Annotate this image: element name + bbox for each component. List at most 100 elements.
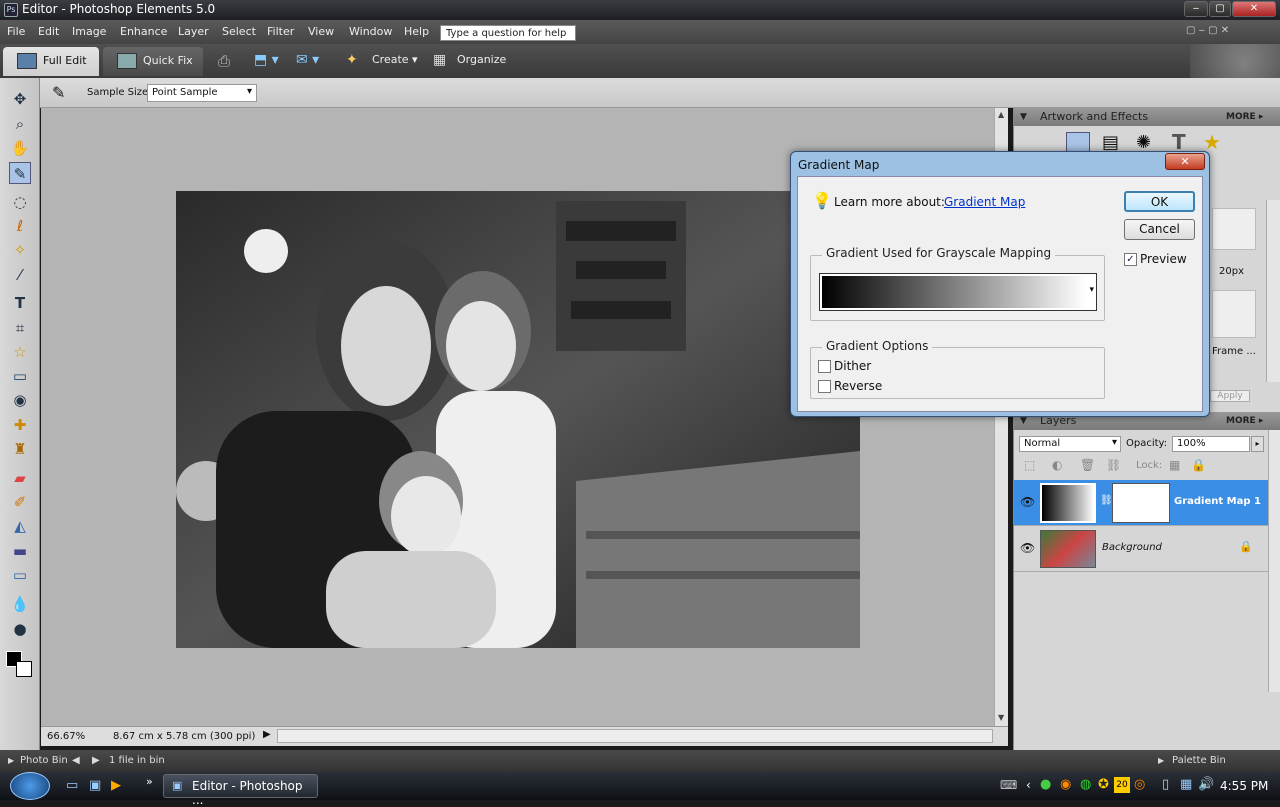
prev-photo-icon[interactable]: ◀ — [72, 750, 80, 772]
tray-back-icon[interactable]: ‹ — [1026, 778, 1031, 792]
artwork-thumb-1[interactable] — [1212, 208, 1256, 250]
quicklaunch-switch-icon[interactable]: ▣ — [89, 778, 101, 793]
palette-bin-toggle-icon[interactable]: ▶ — [1158, 750, 1164, 772]
menu-filter[interactable]: Filter — [267, 25, 294, 38]
opacity-input[interactable]: 100% — [1172, 436, 1250, 452]
blur-tool-icon[interactable]: 💧 — [9, 593, 31, 615]
artwork-thumb-2[interactable] — [1212, 290, 1256, 338]
maximize-button[interactable]: ▢ — [1209, 1, 1231, 17]
tab-quick-fix[interactable]: Quick Fix — [103, 47, 203, 76]
crop-tool-icon[interactable]: ⌗ — [9, 317, 31, 339]
menu-edit[interactable]: Edit — [38, 25, 59, 38]
zoom-tool-icon[interactable]: ⌕ — [9, 113, 31, 135]
link-layer-icon[interactable]: ⛓ — [1106, 458, 1121, 472]
share-icon[interactable]: ⬒ ▾ — [254, 52, 279, 68]
menu-file[interactable]: File — [7, 25, 25, 38]
tray-firefox-icon[interactable]: ◎ — [1134, 777, 1145, 792]
email-icon[interactable]: ✉ ▾ — [296, 52, 319, 68]
photo-bin-label[interactable]: Photo Bin — [20, 750, 68, 772]
quicklaunch-desktop-icon[interactable]: ▭ — [66, 778, 78, 793]
menu-help[interactable]: Help — [404, 25, 429, 38]
cancel-button[interactable]: Cancel — [1124, 219, 1195, 240]
tray-update-icon[interactable]: ✪ — [1098, 777, 1109, 792]
cookie-cutter-tool-icon[interactable]: ☆ — [9, 341, 31, 363]
quicklaunch-overflow-icon[interactable]: » — [146, 775, 153, 788]
tray-messenger-icon[interactable]: ● — [1040, 777, 1051, 792]
themes-tab-icon[interactable]: ▤ — [1102, 132, 1119, 153]
blend-mode-select[interactable]: Normal ▾ — [1019, 436, 1121, 452]
straighten-tool-icon[interactable]: ▭ — [9, 365, 31, 387]
reverse-checkbox[interactable] — [818, 380, 831, 393]
dialog-close-button[interactable]: ✕ — [1165, 153, 1205, 170]
layers-more-button[interactable]: MORE ▸ — [1226, 412, 1263, 430]
canvas-horizontal-scrollbar[interactable] — [277, 729, 993, 743]
dither-checkbox[interactable] — [818, 360, 831, 373]
help-search-input[interactable]: Type a question for help — [440, 25, 576, 41]
ok-button[interactable]: OK — [1124, 191, 1195, 212]
background-color-swatch[interactable] — [16, 661, 32, 677]
artwork-apply-button[interactable]: Apply — [1210, 390, 1250, 402]
next-photo-icon[interactable]: ▶ — [92, 750, 100, 772]
taskbar-photoshop-button[interactable]: ▣ Editor - Photoshop ... — [163, 774, 318, 807]
menu-image[interactable]: Image — [72, 25, 106, 38]
menu-select[interactable]: Select — [222, 25, 256, 38]
keyboard-icon[interactable]: ⌨ — [1000, 778, 1017, 792]
sample-size-select[interactable]: Point Sample ▾ — [147, 84, 257, 102]
lasso-tool-icon[interactable]: ℓ — [9, 215, 31, 237]
print-icon[interactable]: ⎙ — [218, 52, 230, 70]
magic-wand-tool-icon[interactable]: ✧ — [9, 239, 31, 261]
gradient-tool-icon[interactable]: ▬ — [9, 540, 31, 562]
menu-enhance[interactable]: Enhance — [120, 25, 167, 38]
hand-tool-icon[interactable]: ✋ — [9, 137, 31, 159]
artwork-panel-header[interactable]: ▼ Artwork and Effects MORE ▸ — [1014, 108, 1280, 126]
organize-button[interactable]: Organize — [457, 53, 506, 66]
tray-app-icon[interactable]: ◉ — [1060, 777, 1071, 792]
collapse-triangle-icon[interactable]: ▼ — [1020, 108, 1027, 126]
layer-visibility-eye-icon[interactable]: 👁 — [1020, 495, 1035, 509]
menu-window[interactable]: Window — [349, 25, 392, 38]
marquee-tool-icon[interactable]: ◌ — [9, 191, 31, 213]
start-button-icon[interactable] — [10, 772, 50, 800]
preview-checkbox[interactable]: ✓ — [1124, 253, 1137, 266]
artwork-scrollbar[interactable] — [1266, 200, 1280, 382]
healing-brush-tool-icon[interactable]: ✚ — [9, 414, 31, 436]
paint-bucket-tool-icon[interactable]: ◭ — [9, 515, 31, 537]
gradient-preview-bar[interactable] — [822, 276, 1086, 308]
new-layer-icon[interactable]: ⬚ — [1024, 458, 1035, 472]
lock-all-icon[interactable]: 🔒 — [1191, 458, 1206, 472]
network-icon[interactable]: ▦ — [1180, 777, 1192, 792]
delete-layer-icon[interactable]: 🗑 — [1080, 458, 1095, 472]
status-menu-arrow-icon[interactable]: ▶ — [263, 729, 271, 740]
tray-badge[interactable]: 20 — [1114, 777, 1130, 793]
clock[interactable]: 4:55 PM — [1220, 779, 1268, 793]
tray-antivirus-icon[interactable]: ◍ — [1080, 777, 1091, 792]
close-button[interactable]: ✕ — [1232, 1, 1276, 17]
eraser-tool-icon[interactable]: ▰ — [9, 467, 31, 489]
scroll-up-icon[interactable]: ▲ — [998, 110, 1004, 119]
gradient-picker[interactable]: ▾ — [819, 273, 1097, 311]
create-menu-button[interactable]: Create ▾ — [372, 53, 418, 66]
effects-tab-icon[interactable]: ✺ — [1136, 132, 1151, 153]
clone-stamp-tool-icon[interactable]: ♜ — [9, 438, 31, 460]
layer-row[interactable]: 👁 ⛓ Gradient Map 1 — [1014, 480, 1268, 526]
gradient-dropdown-arrow-icon[interactable]: ▾ — [1089, 285, 1094, 295]
zoom-level[interactable]: 66.67% — [47, 731, 85, 742]
shape-tool-icon[interactable]: ▭ — [9, 564, 31, 586]
photo-bin-toggle-icon[interactable]: ▶ — [8, 750, 14, 772]
adjustment-layer-icon[interactable]: ◐ — [1052, 458, 1062, 472]
menu-layer[interactable]: Layer — [178, 25, 209, 38]
doc-window-controls[interactable]: ▢ ‒ ▢ ✕ — [1186, 25, 1229, 36]
sponge-tool-icon[interactable]: ● — [9, 618, 31, 640]
volume-icon[interactable]: 🔊 — [1198, 777, 1214, 792]
palette-bin-label[interactable]: Palette Bin — [1172, 750, 1226, 772]
lock-transparency-icon[interactable]: ▦ — [1169, 458, 1180, 472]
tray-device-icon[interactable]: ▯ — [1162, 777, 1169, 792]
menu-view[interactable]: View — [308, 25, 334, 38]
document-image[interactable] — [176, 191, 860, 648]
layer-row[interactable]: 👁 Background 🔒 — [1014, 526, 1268, 572]
opacity-slider-arrow-icon[interactable]: ▸ — [1251, 436, 1264, 452]
selection-brush-tool-icon[interactable]: ⁄ — [9, 264, 31, 286]
move-tool-icon[interactable]: ✥ — [9, 88, 31, 110]
minimize-button[interactable]: ‒ — [1184, 1, 1208, 17]
layers-scrollbar[interactable] — [1268, 430, 1280, 692]
